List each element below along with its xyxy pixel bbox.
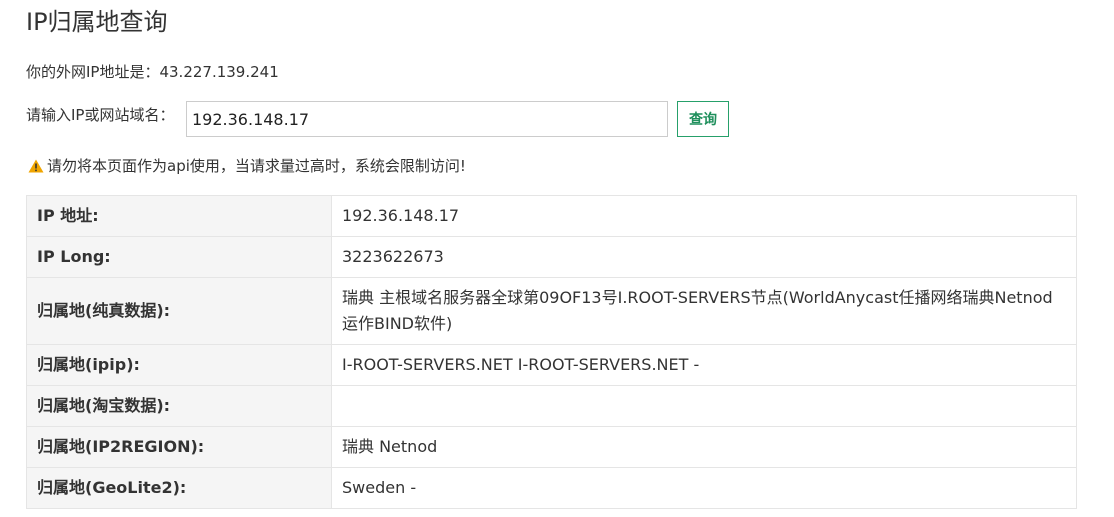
table-row: 归属地(淘宝数据): — [26, 385, 1077, 427]
table-row: 归属地(ipip): I-ROOT-SERVERS.NET I-ROOT-SER… — [26, 344, 1077, 386]
table-row: IP Long: 3223622673 — [26, 236, 1077, 278]
table-row: IP 地址: 192.36.148.17 — [26, 195, 1077, 237]
warning-icon — [28, 159, 44, 173]
row-value: Sweden - — [331, 467, 1077, 509]
row-value — [331, 385, 1077, 427]
ip-domain-input[interactable] — [186, 101, 668, 137]
row-value: I-ROOT-SERVERS.NET I-ROOT-SERVERS.NET - — [331, 344, 1077, 386]
table-row: 归属地(GeoLite2): Sweden - — [26, 467, 1077, 509]
row-key: 归属地(IP2REGION): — [26, 426, 332, 468]
my-ip-text: 你的外网IP地址是：43.227.139.241 — [26, 63, 279, 81]
warning-text: 请勿将本页面作为api使用，当请求量过高时，系统会限制访问! — [47, 157, 466, 175]
warning-notice: 请勿将本页面作为api使用，当请求量过高时，系统会限制访问! — [28, 156, 466, 176]
row-key: 归属地(纯真数据): — [26, 277, 332, 345]
row-key: 归属地(淘宝数据): — [26, 385, 332, 427]
query-label: 请输入IP或网站域名： — [26, 106, 175, 124]
row-value: 192.36.148.17 — [331, 195, 1077, 237]
row-key: IP 地址: — [26, 195, 332, 237]
table-row: 归属地(IP2REGION): 瑞典 Netnod — [26, 426, 1077, 468]
row-key: IP Long: — [26, 236, 332, 278]
row-value: 3223622673 — [331, 236, 1077, 278]
row-key: 归属地(ipip): — [26, 344, 332, 386]
page-title: IP归属地查询 — [26, 8, 168, 36]
row-key: 归属地(GeoLite2): — [26, 467, 332, 509]
table-row: 归属地(纯真数据): 瑞典 主根域名服务器全球第09OF13号I.ROOT-SE… — [26, 277, 1077, 345]
query-button[interactable]: 查询 — [677, 101, 729, 137]
row-value: 瑞典 主根域名服务器全球第09OF13号I.ROOT-SERVERS节点(Wor… — [331, 277, 1077, 345]
row-value: 瑞典 Netnod — [331, 426, 1077, 468]
result-table: IP 地址: 192.36.148.17 IP Long: 3223622673… — [26, 195, 1077, 509]
